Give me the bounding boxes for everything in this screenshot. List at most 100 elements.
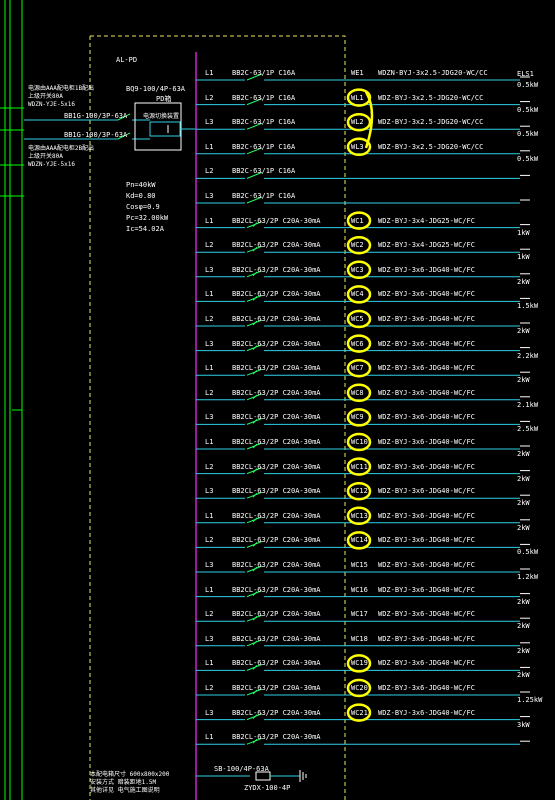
load-power: 0.5kW	[517, 130, 539, 139]
circuit-id: WC16	[351, 585, 368, 594]
cable-spec: WDZ-BYJ-3x6-JDG40-WC/FC	[378, 339, 475, 348]
breaker-label: BB2C-63/1P C16A	[232, 118, 296, 127]
ground-breaker-symbol	[255, 771, 271, 781]
pd-label: PD箱	[156, 95, 172, 103]
phase-label: L2	[205, 610, 214, 619]
breaker-label: BB2CL-63/2P C20A-30mA	[232, 339, 321, 348]
schematic-canvas: AL-PD BQ9-100/4P-63A PD箱 电源切换装置 Pn=40kW …	[0, 0, 555, 800]
cable-spec: WDZ-BYJ-3x4-JDG25-WC/FC	[378, 216, 475, 225]
breaker-label: BB2CL-63/2P C20A-30mA	[232, 438, 321, 446]
circuit-id: WC5	[351, 315, 364, 323]
cable-spec: WDZ-BYJ-3x6-JDG40-WC/FC	[378, 315, 475, 323]
cable-spec: WDZ-BYJ-3x2.5-JDG20-WC/CC	[378, 142, 484, 151]
load-power: 1kW	[517, 253, 530, 262]
circuit-id: WC10	[351, 438, 368, 446]
phase-label: L2	[205, 536, 214, 545]
cable-spec: WDZ-BYJ-3x6-JDG40-WC/FC	[378, 511, 475, 520]
breaker-label: BB2CL-63/2P C20A-30mA	[232, 241, 321, 250]
ground-breaker-label: SB-100/4P-63A	[214, 765, 269, 773]
circuit-id: WC7	[351, 364, 364, 373]
breaker-label: BB2CL-63/2P C20A-30mA	[232, 413, 321, 422]
circuit-id: WE1	[351, 69, 364, 77]
circuit-id: WC3	[351, 265, 364, 274]
circuit-id: WC15	[351, 561, 368, 569]
load-power: 3kW	[517, 720, 530, 729]
breaker-label: BB2C-63/1P C16A	[232, 192, 296, 200]
pd-box	[134, 102, 182, 151]
phase-label: L3	[205, 561, 214, 569]
load-power: 0.5kW	[517, 154, 539, 163]
phase-label: L1	[205, 364, 214, 373]
circuit-id: WC2	[351, 241, 364, 250]
breaker-label: BB2CL-63/2P C20A-30mA	[232, 634, 321, 643]
breaker-label: BB2CL-63/2P C20A-30mA	[232, 462, 321, 471]
phase-label: L2	[205, 462, 214, 471]
breaker-label: BB2CL-63/2P C20A-30mA	[232, 265, 321, 274]
note-install: 安装方式 暗装距地1.5M	[90, 779, 157, 786]
circuit-id: WC8	[351, 388, 364, 397]
circuit-id: WL1	[351, 93, 364, 102]
breaker-label: BB2C-63/1P C16A	[232, 93, 296, 102]
breaker-label: BB2CL-63/2P C20A-30mA	[232, 216, 321, 225]
circuit-id: WC4	[351, 290, 364, 299]
cable-spec: WDZ-BYJ-3x6-JDG40-WC/FC	[378, 265, 475, 274]
cable-spec: WDZ-BYJ-3x6-JDG40-WC/FC	[378, 536, 475, 545]
cable-spec: WDZ-BYJ-3x6-JDG40-WC/FC	[378, 462, 475, 471]
cable-spec: WDZ-BYJ-3x6-JDG40-WC/FC	[378, 659, 475, 668]
param-kd: Kd=0.80	[126, 192, 156, 200]
panel-label: AL-PD	[116, 56, 138, 64]
circuit-id: WC21	[351, 708, 368, 717]
ground-tag: ZYDX-100-4P	[244, 784, 291, 792]
circuit-id: WC14	[351, 536, 368, 545]
load-power: 2kW	[517, 474, 530, 483]
circuit-id: WC17	[351, 610, 368, 619]
incoming-1-breaker: BB1G-100/3P-63A	[64, 112, 128, 120]
phase-label: L3	[205, 487, 214, 496]
phase-label: L3	[205, 265, 214, 274]
phase-label: L3	[205, 118, 214, 127]
note-size: 本配电箱尺寸 600x800x200	[90, 771, 170, 778]
phase-label: L1	[205, 585, 214, 594]
phase-label: L1	[205, 438, 214, 446]
load-power: 2kW	[517, 376, 530, 385]
breaker-label: BB2CL-63/2P C20A-30mA	[232, 733, 321, 742]
phase-label: L2	[205, 241, 214, 250]
load-power: 1.2kW	[517, 573, 539, 581]
load-power: 2kW	[517, 277, 530, 286]
circuit-id: WL3	[351, 142, 364, 151]
breaker-label: BB2CL-63/2P C20A-30mA	[232, 315, 321, 323]
param-pn: Pn=40kW	[126, 181, 156, 189]
load-power: 2kW	[517, 646, 530, 655]
breaker-label: BB2CL-63/2P C20A-30mA	[232, 290, 321, 299]
circuit-id: WC13	[351, 511, 368, 520]
cable-spec: WDZ-BYJ-3x2.5-JDG20-WC/CC	[378, 118, 484, 127]
incoming-2-desc1: 电源由AAA配电柜2B配出	[28, 145, 95, 152]
cable-spec: WDZ-BYJ-3x2.5-JDG20-WC/CC	[378, 93, 484, 102]
circuit-id: WC1	[351, 216, 364, 225]
phase-label: L3	[205, 339, 214, 348]
cable-spec: WDZ-BYJ-3x6-JDG40-WC/FC	[378, 413, 475, 422]
incoming-2-desc2: 上级开关80A	[28, 153, 63, 160]
cable-spec: WDZ-BYJ-3x6-JDG40-WC/FC	[378, 561, 475, 569]
breaker-label: BB2C-63/1P C16A	[232, 69, 296, 77]
load-power: 2.2kW	[517, 351, 539, 360]
breaker-label: BB2CL-63/2P C20A-30mA	[232, 561, 321, 569]
phase-label: L1	[205, 733, 214, 742]
main-breaker-label: BQ9-100/4P-63A	[126, 85, 186, 93]
load-power: 2kW	[517, 622, 530, 631]
breaker-label: BB2CL-63/2P C20A-30mA	[232, 364, 321, 373]
breaker-label: BB2CL-63/2P C20A-30mA	[232, 511, 321, 520]
circuit-id: WC12	[351, 487, 368, 496]
cable-spec: WDZ-BYJ-3x4-JDG25-WC/FC	[378, 241, 475, 250]
cable-spec: WDZ-BYJ-3x6-JDG40-WC/FC	[378, 364, 475, 373]
phase-label: L3	[205, 413, 214, 422]
param-ic: Ic=54.02A	[126, 225, 164, 233]
switch-label: 电源切换装置	[143, 113, 180, 120]
load-power: 2kW	[517, 523, 530, 532]
breaker-label: BB2C-63/1P C16A	[232, 167, 296, 176]
phase-label: L1	[205, 511, 214, 520]
breaker-label: BB2CL-63/2P C20A-30mA	[232, 708, 321, 717]
phase-label: L1	[205, 290, 214, 299]
load-power: 1.25kW	[517, 696, 543, 704]
circuit-id: WC19	[351, 659, 368, 668]
